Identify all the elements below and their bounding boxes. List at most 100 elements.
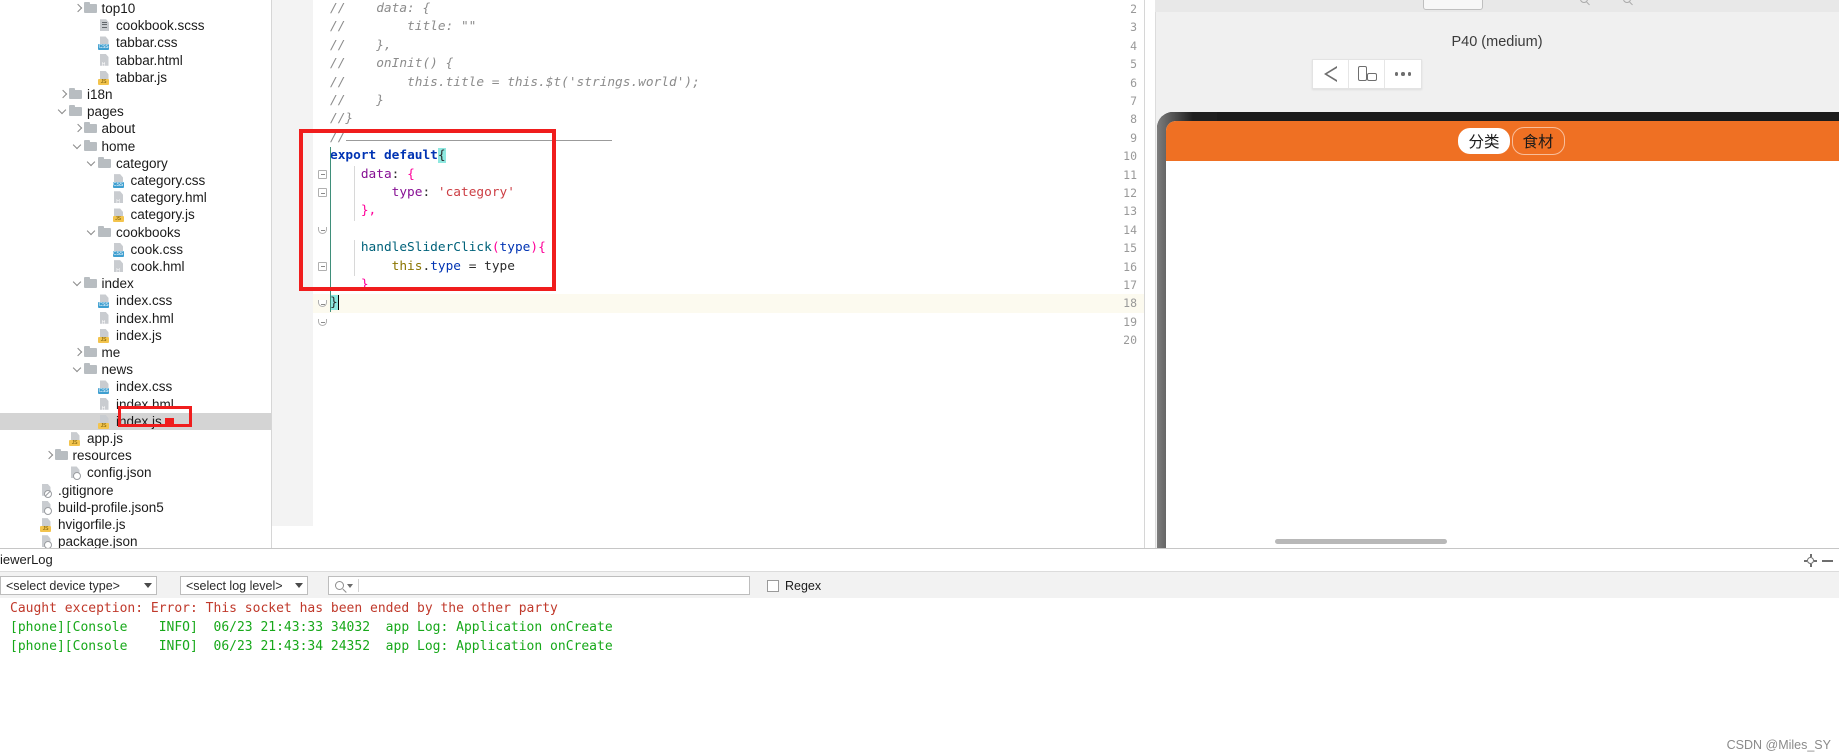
chevron-down-icon[interactable] — [87, 158, 98, 169]
tree-item-me[interactable]: me — [0, 344, 271, 361]
folder-icon — [54, 448, 69, 463]
tree-item-pages[interactable]: pages — [0, 103, 271, 120]
code-line[interactable]: // title: "" — [330, 18, 476, 36]
tree-item-tabbar-js[interactable]: JS tabbar.js — [0, 69, 271, 86]
chevron-down-icon[interactable] — [291, 577, 307, 594]
tree-item-index-hml[interactable]: Hindex.hml — [0, 310, 271, 327]
chevron-right-icon[interactable] — [73, 3, 84, 14]
chevron-down-icon[interactable] — [73, 278, 84, 289]
chevron-right-icon[interactable] — [73, 123, 84, 134]
code-line[interactable]: //} — [330, 110, 353, 128]
log-output[interactable]: Caught exception: Error: This socket has… — [0, 598, 1839, 755]
chevron-down-icon[interactable] — [87, 227, 98, 238]
chevron-down-icon[interactable] — [58, 106, 69, 117]
tree-item-category-css[interactable]: CSS category.css — [0, 172, 271, 189]
tree-item-about[interactable]: about — [0, 120, 271, 137]
chevron-down-icon[interactable] — [73, 364, 84, 375]
tree-item-config-json[interactable]: config.json — [0, 464, 271, 481]
code-line[interactable]: export default{ — [330, 147, 446, 165]
regex-checkbox[interactable] — [767, 580, 779, 592]
code-line[interactable]: // data: { — [330, 0, 430, 18]
chevron-right-icon[interactable] — [44, 450, 55, 461]
chevron-down-icon[interactable] — [347, 583, 353, 588]
tree-item--gitignore[interactable]: .gitignore — [0, 482, 271, 499]
tree-item-package-json[interactable]: package.json — [0, 533, 271, 548]
line-number: 6 — [1130, 75, 1137, 90]
tree-item-index-js[interactable]: JS index.js — [0, 412, 271, 430]
log-level-select[interactable]: <select log level> — [180, 576, 308, 595]
code-fold-toggle[interactable] — [318, 166, 329, 184]
regex-checkbox-wrap[interactable]: Regex — [767, 579, 821, 593]
tree-item-home[interactable]: home — [0, 138, 271, 155]
line-number: 16 — [1123, 259, 1137, 274]
tree-item-cook-hml[interactable]: Hcook.hml — [0, 258, 271, 275]
tree-item-tabbar-css[interactable]: CSS tabbar.css — [0, 34, 271, 51]
log-panel: iewerLog <select device type> <select lo… — [0, 548, 1839, 755]
gear-icon[interactable] — [1804, 554, 1817, 567]
code-fold-toggle[interactable] — [318, 221, 329, 239]
preview-horizontal-scrollbar[interactable] — [1275, 539, 1447, 544]
file-type-tag: H — [116, 199, 120, 206]
code-fold-toggle[interactable] — [318, 294, 329, 312]
minimize-icon[interactable] — [1822, 560, 1833, 562]
app-tab-active[interactable]: 分类 — [1458, 128, 1510, 154]
tree-item-news[interactable]: news — [0, 361, 271, 378]
chevron-right-icon[interactable] — [73, 347, 84, 358]
app-tab-inactive[interactable]: 食材 — [1511, 127, 1565, 155]
code-line[interactable]: data: { — [330, 166, 415, 184]
tree-item-index-hml[interactable]: Hindex.hml — [0, 396, 271, 413]
code-line[interactable]: // this.title = this.$t('strings.world')… — [330, 74, 700, 92]
device-more-button[interactable] — [1385, 60, 1421, 88]
tree-item-index-css[interactable]: CSS index.css — [0, 292, 271, 309]
html-file-icon: H — [98, 397, 112, 412]
tree-item-index[interactable]: index — [0, 275, 271, 292]
tree-item-i18n[interactable]: i18n — [0, 86, 271, 103]
device-toolbar[interactable] — [1312, 59, 1422, 89]
phone-preview[interactable]: 分类 食材 — [1157, 112, 1839, 550]
chevron-down-icon[interactable] — [73, 141, 84, 152]
tree-item-category[interactable]: category — [0, 155, 271, 172]
tree-item-category-hml[interactable]: Hcategory.hml — [0, 189, 271, 206]
code-line[interactable]: type: 'category' — [330, 184, 515, 202]
project-tree-pane[interactable]: top10 cookbook.scss CSS tabbar.css Htabbar.h… — [0, 0, 271, 548]
code-line[interactable]: // onInit() { — [330, 55, 453, 73]
code-editor[interactable]: 2 // data: {3 // title: "" 4 // }, 5 // onInit… — [272, 0, 1144, 526]
code-line[interactable]: // } — [330, 92, 384, 110]
device-rotate-button[interactable] — [1349, 60, 1385, 88]
zoom-in-icon[interactable] — [1622, 0, 1636, 8]
zoom-out-icon[interactable] — [1579, 0, 1593, 8]
tree-item-hvigorfile-js[interactable]: JS hvigorfile.js — [0, 516, 271, 533]
device-type-select[interactable]: <select device type> — [0, 576, 157, 595]
chevron-down-icon[interactable] — [140, 577, 156, 594]
file-type-tag: CSS — [112, 182, 124, 189]
tree-item-cookbook-scss[interactable]: cookbook.scss — [0, 17, 271, 34]
code-fold-toggle[interactable] — [318, 184, 329, 202]
tree-item-tabbar-html[interactable]: Htabbar.html — [0, 52, 271, 69]
tree-item-top10[interactable]: top10 — [0, 0, 271, 17]
phone-screen[interactable]: 分类 食材 — [1166, 121, 1839, 550]
app-tab-bar[interactable]: 分类 食材 — [1166, 121, 1839, 161]
tree-item-cookbooks[interactable]: cookbooks — [0, 224, 271, 241]
json-file-icon — [40, 534, 54, 548]
code-line[interactable]: // — [330, 129, 345, 147]
tree-item-app-js[interactable]: JS app.js — [0, 430, 271, 447]
code-line[interactable]: handleSliderClick(type){ — [330, 239, 546, 257]
tree-item-index-js[interactable]: JS index.js — [0, 327, 271, 344]
tree-item-category-js[interactable]: JS category.js — [0, 206, 271, 223]
code-line[interactable]: } — [330, 294, 347, 312]
tree-item-resources[interactable]: resources — [0, 447, 271, 464]
code-fold-toggle[interactable] — [318, 258, 329, 276]
previewer-toolbar-button[interactable] — [1423, 0, 1483, 10]
tree-item-build-profile-json5[interactable]: build-profile.json5 — [0, 499, 271, 516]
log-search-box[interactable] — [328, 576, 750, 595]
code-line[interactable]: } — [330, 276, 369, 294]
device-run-button[interactable] — [1313, 60, 1349, 88]
chevron-right-icon[interactable] — [58, 89, 69, 100]
code-line[interactable]: // }, — [330, 37, 392, 55]
code-fold-toggle[interactable] — [318, 313, 329, 331]
tree-item-cook-css[interactable]: CSS cook.css — [0, 241, 271, 258]
tree-item-index-css[interactable]: CSS index.css — [0, 378, 271, 395]
code-line[interactable]: this.type = type — [330, 258, 515, 276]
hamburger-icon[interactable] — [1667, 0, 1681, 8]
